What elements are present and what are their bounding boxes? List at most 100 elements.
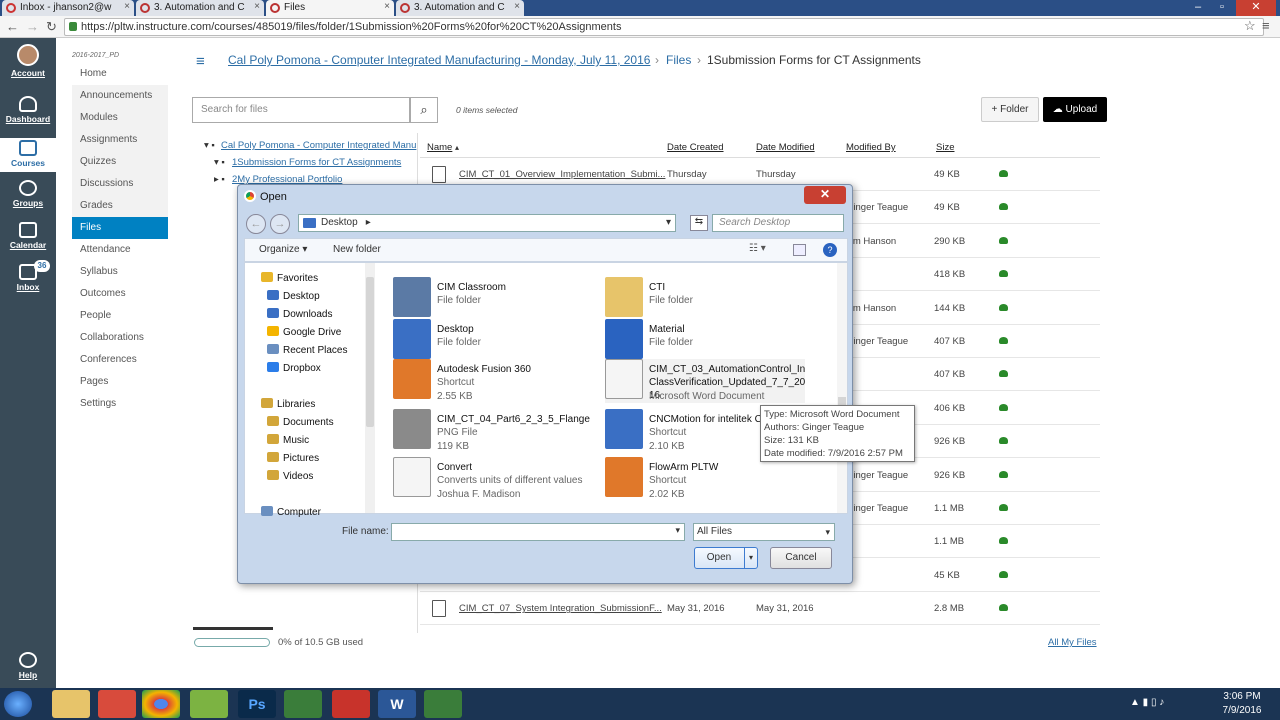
maximize-icon[interactable]: ▫ [1210,0,1234,16]
dialog-file-item[interactable]: Autodesk Fusion 360 Shortcut 2.55 KB [393,359,593,403]
dialog-nav-dropbox[interactable]: Dropbox [267,362,321,374]
published-icon[interactable] [999,504,1008,511]
file-search-input[interactable]: Search for files [192,97,410,123]
published-icon[interactable] [999,403,1008,411]
dialog-close-button[interactable]: ✕ [804,186,846,204]
forward-icon[interactable]: → [270,214,290,234]
dialog-nav-computer[interactable]: Computer [261,506,321,518]
dialog-nav-desktop[interactable]: Desktop [267,290,320,302]
col-date-created[interactable]: Date Created [667,142,724,153]
filetype-select[interactable]: All Files ▾ [693,523,835,541]
course-nav-attendance[interactable]: Attendance [72,239,168,261]
dialog-file-item[interactable]: CIM Classroom File folder [393,277,593,321]
course-nav-quizzes[interactable]: Quizzes [72,151,168,173]
new-folder-button[interactable]: New folder [333,244,381,255]
dialog-file-item[interactable]: Desktop File folder [393,319,593,363]
nav-scrollbar[interactable] [365,263,375,513]
cancel-button[interactable]: Cancel [770,547,832,569]
course-nav-syllabus[interactable]: Syllabus [72,261,168,283]
app-icon[interactable] [190,690,228,718]
breadcrumb-course[interactable]: Cal Poly Pomona - Computer Integrated Ma… [228,53,650,67]
nav-help[interactable]: Help [0,652,56,680]
chrome-icon[interactable] [142,690,180,718]
nav-dashboard[interactable]: Dashboard [0,96,56,124]
organize-menu[interactable]: Organize ▾ [259,244,307,255]
filename-input[interactable]: ▾ [391,523,685,541]
published-icon[interactable] [999,537,1008,545]
upload-button[interactable]: ☁ Upload [1043,97,1107,122]
add-folder-button[interactable]: + Folder [981,97,1039,122]
published-icon[interactable] [999,337,1008,344]
word-icon[interactable]: W [378,690,416,718]
clock-time[interactable]: 3:06 PM [1222,691,1262,702]
course-nav-collaborations[interactable]: Collaborations [72,327,168,349]
close-icon[interactable]: × [384,1,390,12]
published-icon[interactable] [999,270,1008,278]
published-icon[interactable] [999,604,1008,612]
file-name-link[interactable]: CIM_CT_01_Overview_Implementation_Submi.… [459,169,665,180]
dialog-nav-recent-places[interactable]: Recent Places [267,344,347,356]
dialog-file-item[interactable]: CTI File folder [605,277,805,321]
nav-groups[interactable]: Groups [0,180,56,208]
tray-icons[interactable]: ▲ ▮ ▯ ♪ [1130,697,1164,708]
published-icon[interactable] [999,303,1008,311]
photoshop-icon[interactable]: Ps [238,690,276,718]
dialog-file-item[interactable]: Convert Converts units of different value… [393,457,593,501]
course-nav-modules[interactable]: Modules [72,107,168,129]
course-nav-pages[interactable]: Pages [72,371,168,393]
camtasia-icon[interactable] [284,690,322,718]
dialog-file-item[interactable]: Material File folder [605,319,805,363]
published-icon[interactable] [999,437,1008,445]
published-icon[interactable] [999,203,1008,211]
url-bar[interactable]: https://pltw.instructure.com/courses/485… [64,18,1264,36]
table-row[interactable]: CIM_CT_07_System Integration_SubmissionF… [420,592,1100,626]
chevron-down-icon[interactable]: ▾ [744,548,757,568]
dialog-file-item[interactable]: FlowArm PLTW Shortcut 2.02 KB [605,457,805,501]
all-my-files-link[interactable]: All My Files [1048,637,1097,648]
hamburger-icon[interactable]: ≡ [196,53,205,70]
dialog-file-item[interactable]: CIM_CT_03_AutomationControl_InClassVerif… [605,359,805,403]
path-bar[interactable]: Desktop ▸ ▾ [298,214,676,232]
nav-courses[interactable]: Courses [0,138,56,172]
nav-inbox[interactable]: Inbox 36 [0,260,56,292]
tree-folder-submission[interactable]: 1Submission Forms for CT Assignments [232,157,401,168]
course-nav-announcements[interactable]: Announcements [72,85,168,107]
dialog-nav-pictures[interactable]: Pictures [267,452,319,464]
camtasia-recorder-icon[interactable] [424,690,462,718]
forward-icon[interactable]: → [26,19,39,34]
tab-automation-1[interactable]: 3. Automation and C × [136,0,264,16]
refresh-icon[interactable]: ⇆ [690,215,708,231]
dialog-nav-music[interactable]: Music [267,434,309,446]
start-button[interactable] [4,691,32,717]
dialog-nav-downloads[interactable]: Downloads [267,308,332,320]
dialog-nav-videos[interactable]: Videos [267,470,313,482]
course-nav-files[interactable]: Files [72,217,168,239]
published-icon[interactable] [999,236,1008,244]
open-button[interactable]: Open ▾ [694,547,758,569]
course-nav-outcomes[interactable]: Outcomes [72,283,168,305]
acrobat-icon[interactable] [332,690,370,718]
tree-root[interactable]: Cal Poly Pomona - Computer Integrated Ma… [221,140,417,151]
file-scrollbar[interactable] [837,263,847,513]
back-icon[interactable]: ← [246,214,266,234]
course-nav-home[interactable]: Home [72,63,168,85]
dialog-nav-favorites[interactable]: Favorites [261,272,318,284]
help-icon[interactable]: ? [823,243,837,257]
breadcrumb-files[interactable]: Files [666,53,691,67]
dialog-nav-libraries[interactable]: Libraries [261,398,315,410]
file-name-link[interactable]: CIM_CT_07_System Integration_SubmissionF… [459,603,662,614]
col-date-modified[interactable]: Date Modified [756,142,815,153]
close-icon[interactable]: × [254,1,260,12]
course-nav-assignments[interactable]: Assignments [72,129,168,151]
search-button[interactable]: ⌕ [410,97,438,123]
preview-pane-icon[interactable] [793,244,806,256]
published-icon[interactable] [999,470,1008,478]
back-icon[interactable]: ← [6,19,19,34]
minimize-icon[interactable]: – [1186,0,1210,16]
explorer-icon[interactable] [52,690,90,718]
course-nav-grades[interactable]: Grades [72,195,168,217]
clock-date[interactable]: 7/9/2016 [1218,705,1266,716]
dialog-nav-documents[interactable]: Documents [267,416,334,428]
tab-files[interactable]: Files × [266,0,394,16]
close-icon[interactable]: × [514,1,520,12]
